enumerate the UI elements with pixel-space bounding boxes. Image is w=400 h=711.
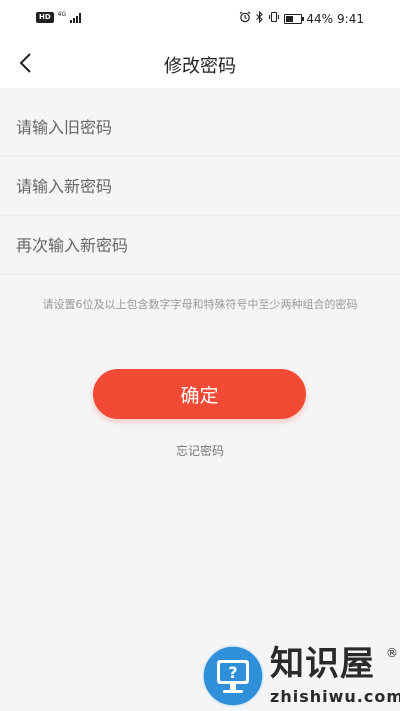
confirm-password-row xyxy=(0,216,400,275)
status-left: HD 4G xyxy=(36,10,82,23)
battery-percent: 44% xyxy=(306,11,334,26)
battery-icon xyxy=(284,13,305,24)
alarm-icon xyxy=(239,11,251,26)
svg-text:?: ? xyxy=(228,663,237,682)
confirm-button[interactable]: 确定 xyxy=(93,369,306,419)
signal-icon xyxy=(70,12,82,23)
status-right: 44% 9:41 xyxy=(239,10,364,26)
status-bar: HD 4G 44% 9:41 xyxy=(0,0,400,38)
password-rule-hint: 请设置6位及以上包含数字字母和特殊符号中至少两种组合的密码 xyxy=(42,298,358,311)
clock-time: 9:41 xyxy=(337,11,364,26)
old-password-row xyxy=(0,98,400,157)
vibrate-icon xyxy=(268,11,280,26)
watermark: ? 知识屋 ® zhishiwu.com xyxy=(200,641,400,711)
new-password-row xyxy=(0,157,400,216)
page-title: 修改密码 xyxy=(164,56,236,77)
password-form xyxy=(0,98,400,275)
watermark-reg-mark: ® xyxy=(386,646,398,660)
battery-fill xyxy=(286,15,293,22)
bluetooth-icon xyxy=(255,10,264,26)
old-password-input[interactable] xyxy=(0,98,400,157)
new-password-input[interactable] xyxy=(0,157,400,216)
confirm-password-input[interactable] xyxy=(0,216,400,275)
watermark-domain: zhishiwu.com xyxy=(270,687,400,706)
hd-badge: HD xyxy=(36,12,54,23)
watermark-name: 知识屋 xyxy=(270,644,375,684)
help-monitor-logo-icon: ? xyxy=(202,645,264,707)
network-type: 4G xyxy=(57,10,67,18)
nav-bar: 修改密码 xyxy=(0,38,400,88)
forgot-password-link[interactable]: 忘记密码 xyxy=(0,442,400,459)
